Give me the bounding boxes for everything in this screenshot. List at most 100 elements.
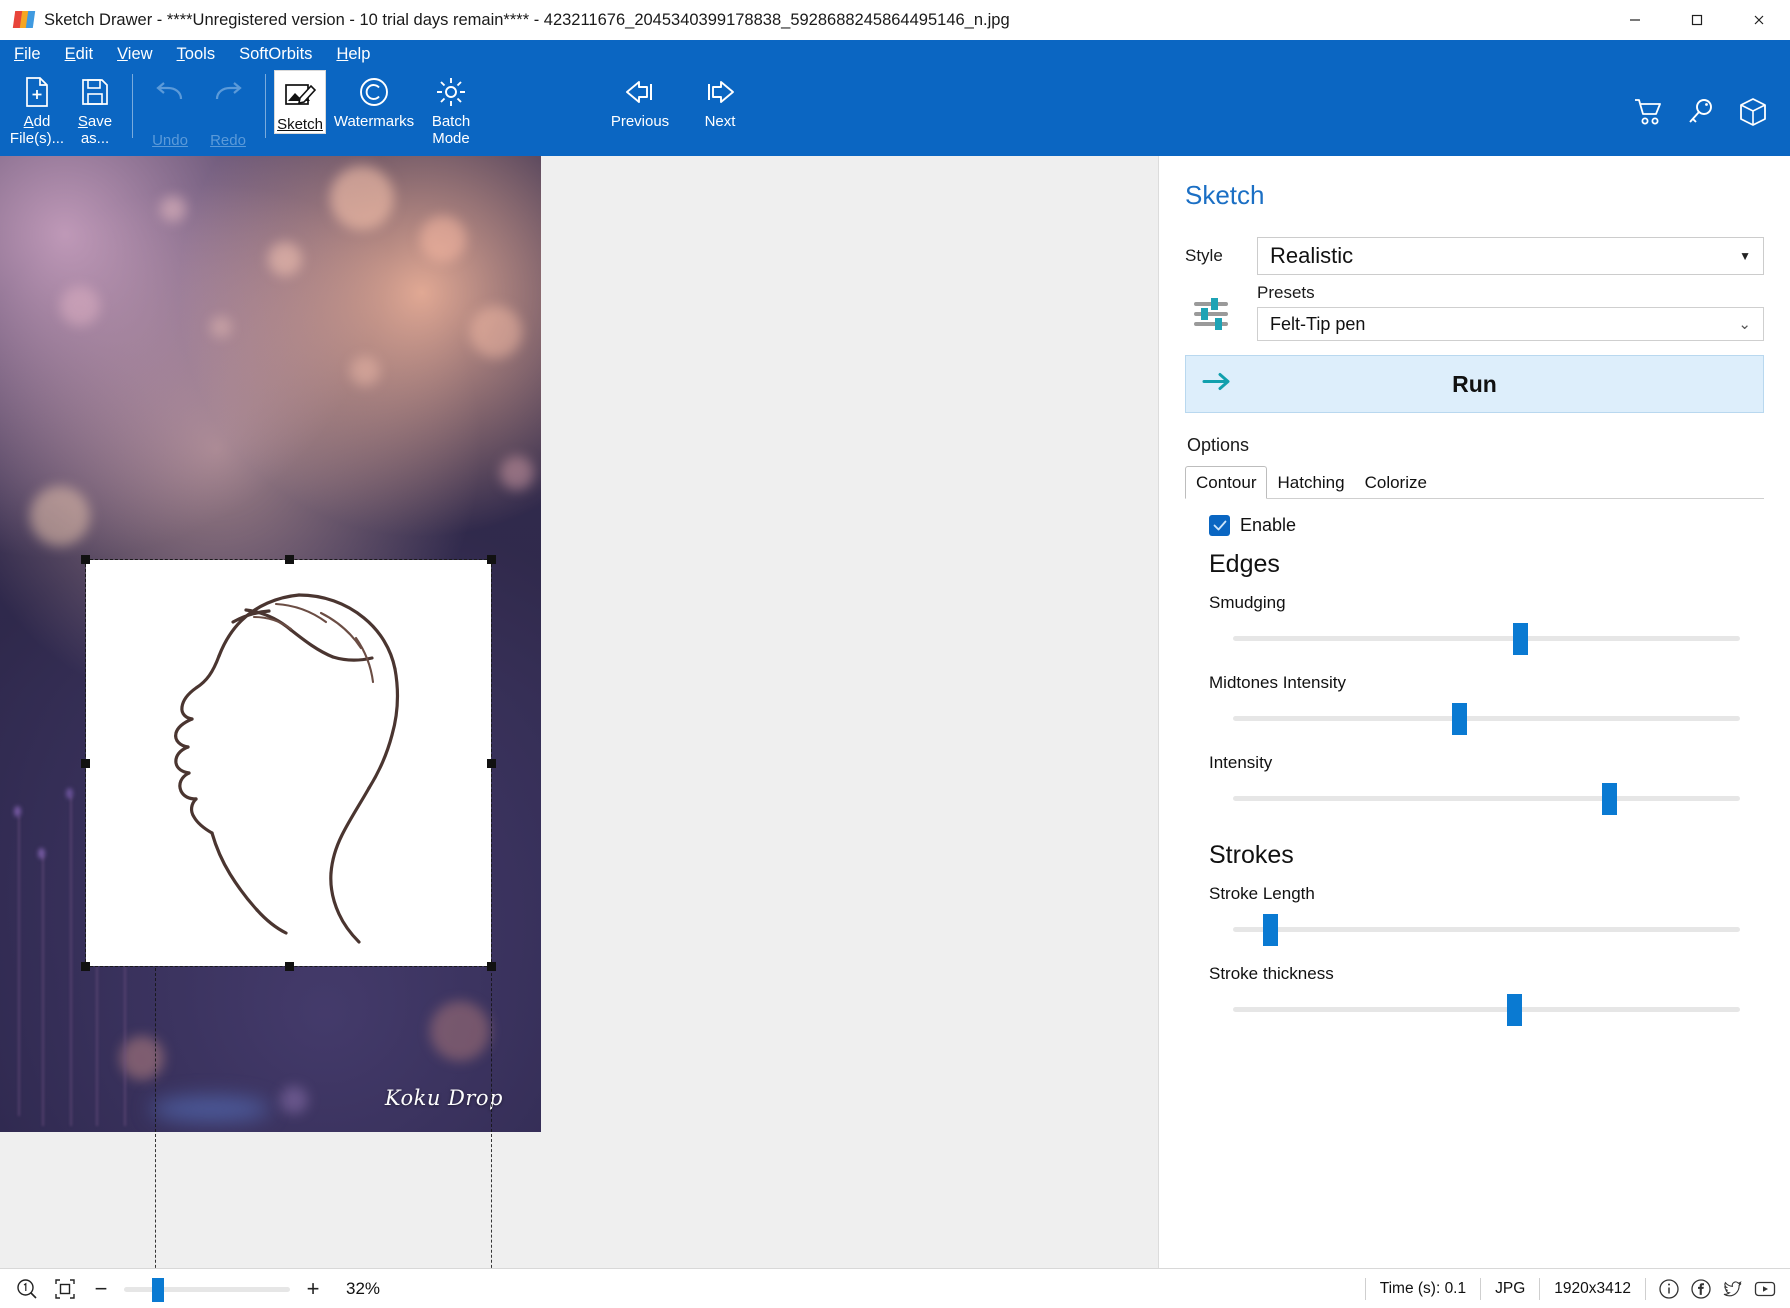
smudging-label: Smudging	[1209, 593, 1286, 612]
batch-mode-button[interactable]: Batch Mode	[422, 68, 480, 152]
minimize-button[interactable]	[1604, 0, 1666, 40]
sliders-settings-icon	[1185, 287, 1239, 341]
resize-handle-middle-right[interactable]	[487, 759, 496, 768]
menu-help[interactable]: Help	[336, 45, 370, 64]
sketch-result-selection[interactable]	[81, 555, 496, 971]
maximize-button[interactable]	[1666, 0, 1728, 40]
tab-contour[interactable]: Contour	[1185, 466, 1268, 499]
twitter-icon[interactable]	[1720, 1276, 1746, 1302]
run-button[interactable]: Run	[1185, 355, 1764, 413]
stroke-thickness-slider[interactable]	[1209, 988, 1764, 1030]
menu-tools[interactable]: Tools	[177, 45, 216, 64]
youtube-icon[interactable]	[1752, 1276, 1778, 1302]
save-as-button[interactable]: Save as...	[66, 68, 124, 152]
toolbar-right-icons	[1634, 68, 1790, 156]
canvas-area[interactable]: Koku Drop	[0, 156, 1158, 1268]
midtones-intensity-slider[interactable]	[1209, 697, 1764, 739]
zoom-in-button[interactable]: +	[296, 1276, 330, 1302]
info-icon[interactable]	[1656, 1276, 1682, 1302]
style-select[interactable]: Realistic ▼	[1257, 237, 1764, 275]
add-files-label: Add File(s)...	[9, 113, 65, 147]
zoom-slider-thumb[interactable]	[152, 1277, 165, 1302]
stroke-thickness-slider-thumb[interactable]	[1507, 994, 1523, 1026]
zoom-out-button[interactable]: −	[84, 1276, 118, 1302]
smudging-slider-track	[1233, 636, 1740, 641]
processing-time: Time (s): 0.1	[1364, 1277, 1480, 1300]
resize-handle-bottom-center[interactable]	[285, 962, 294, 971]
key-icon[interactable]	[1686, 97, 1716, 127]
arrow-left-icon	[622, 74, 658, 110]
stroke-length-slider[interactable]	[1209, 908, 1764, 950]
redo-label: Redo	[210, 132, 246, 149]
resize-handle-bottom-left[interactable]	[81, 962, 90, 971]
menu-softorbits[interactable]: SoftOrbits	[239, 45, 312, 64]
stroke-length-slider-track	[1233, 927, 1740, 932]
zoom-percent-label: 32%	[346, 1278, 381, 1298]
intensity-slider[interactable]	[1209, 777, 1764, 819]
resize-handle-bottom-right[interactable]	[487, 962, 496, 971]
menu-file[interactable]: File	[14, 45, 41, 64]
sketch-portrait	[174, 593, 399, 944]
next-label: Next	[704, 113, 736, 130]
sketch-button[interactable]: Sketch	[274, 70, 326, 134]
status-bar-right: Time (s): 0.1 JPG 1920x3412	[1364, 1269, 1790, 1308]
enable-checkbox[interactable]	[1209, 515, 1230, 536]
options-tabs: Contour Hatching Colorize	[1185, 466, 1764, 499]
menu-tools-rest: ools	[184, 44, 216, 63]
intensity-slider-thumb[interactable]	[1601, 783, 1617, 815]
previous-button[interactable]: Previous	[600, 68, 680, 152]
zoom-actual-size-icon[interactable]	[12, 1274, 42, 1304]
file-format: JPG	[1480, 1277, 1539, 1300]
watermarks-button[interactable]: Watermarks	[326, 68, 422, 152]
minimize-icon	[1630, 19, 1640, 21]
menu-edit[interactable]: Edit	[65, 45, 93, 64]
tool-bar: Add File(s)... Save as... Undo Redo Sket…	[0, 68, 1790, 156]
smudging-slider[interactable]	[1209, 617, 1764, 659]
undo-text: Undo	[152, 132, 188, 149]
resize-handle-top-center[interactable]	[285, 555, 294, 564]
zoom-slider-track	[124, 1286, 290, 1292]
tab-colorize[interactable]: Colorize	[1355, 467, 1437, 498]
resize-handle-top-right[interactable]	[487, 555, 496, 564]
main-body: Koku Drop Sketch Style Realistic ▼ Prese…	[0, 156, 1790, 1268]
social-links	[1645, 1276, 1790, 1302]
midtones-intensity-slider-thumb[interactable]	[1451, 703, 1467, 735]
zoom-slider[interactable]	[124, 1274, 290, 1304]
tab-hatching[interactable]: Hatching	[1267, 467, 1354, 498]
undo-button[interactable]: Undo	[141, 68, 199, 152]
redo-arrow-icon	[211, 74, 245, 110]
midtones-intensity-slider-track	[1233, 716, 1740, 721]
menu-bar: File Edit View Tools SoftOrbits Help	[0, 40, 1790, 68]
redo-button[interactable]: Redo	[199, 68, 257, 152]
arrow-right-icon	[702, 74, 738, 110]
title-bar: Sketch Drawer - ****Unregistered version…	[0, 0, 1790, 40]
add-file-icon	[22, 74, 52, 110]
previous-label: Previous	[610, 113, 670, 130]
shopping-cart-icon[interactable]	[1634, 97, 1664, 127]
intensity-slider-track	[1233, 796, 1740, 801]
smudging-slider-thumb[interactable]	[1512, 623, 1528, 655]
next-button[interactable]: Next	[680, 68, 760, 152]
facebook-icon[interactable]	[1688, 1276, 1714, 1302]
stroke-thickness-label: Stroke thickness	[1209, 964, 1334, 983]
presets-combobox[interactable]: Felt-Tip pen ⌄	[1257, 307, 1764, 341]
menu-view[interactable]: View	[117, 45, 152, 64]
watermarks-label: Watermarks	[333, 113, 415, 130]
batch-line1: Batch	[431, 113, 471, 130]
close-button[interactable]	[1728, 0, 1790, 40]
resize-handle-top-left[interactable]	[81, 555, 90, 564]
style-row: Style Realistic ▼	[1185, 237, 1764, 275]
stroke-length-slider-thumb[interactable]	[1263, 914, 1279, 946]
panel-title: Sketch	[1185, 180, 1265, 210]
copyright-icon	[358, 74, 390, 110]
presets-row: Presets Felt-Tip pen ⌄	[1185, 283, 1764, 341]
fit-to-window-icon[interactable]	[50, 1274, 80, 1304]
save-as-line2: as...	[80, 130, 110, 147]
package-box-icon[interactable]	[1738, 97, 1768, 127]
resize-handle-middle-left[interactable]	[81, 759, 90, 768]
add-files-button[interactable]: Add File(s)...	[8, 68, 66, 152]
window-controls	[1604, 0, 1790, 40]
enable-checkbox-row[interactable]: Enable	[1209, 515, 1764, 536]
sketch-text: Sketch	[277, 116, 323, 133]
add-files-line2: File(s)...	[9, 130, 65, 147]
